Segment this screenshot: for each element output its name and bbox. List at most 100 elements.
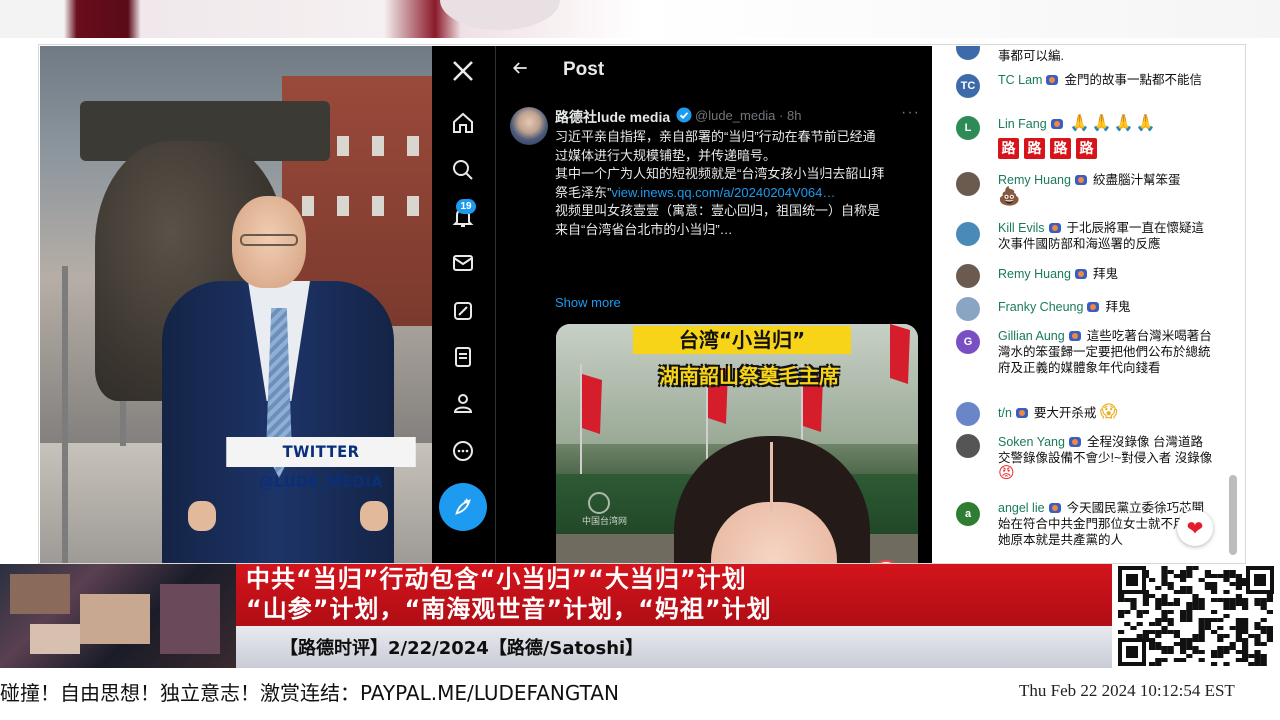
author-avatar[interactable] <box>510 107 548 145</box>
tweet-line: 习近平亲自指挥，亲自部署的“当归”行动在春节前已经通 <box>555 129 876 144</box>
video-caption-title: 台湾“小当归” <box>633 326 851 354</box>
chat-author[interactable]: t/n <box>998 406 1012 420</box>
chat-author[interactable]: TC Lam <box>998 73 1042 87</box>
girl-hair-part <box>770 442 773 512</box>
chat-message: Kill Evils 于北辰將軍一直在懷疑這次事件國防部和海巡署的反應 <box>933 220 1229 260</box>
tweet-line: 过媒体进行大规模铺垫，并传递暗号。 <box>555 147 777 163</box>
home-icon[interactable] <box>448 108 478 138</box>
member-badge-icon <box>1074 269 1087 279</box>
chat-text: Gillian Aung 這些吃著台灣米喝著台灣水的笨蛋歸一定要把他們公布於總統府… <box>998 328 1213 376</box>
chat-message: TC TC Lam 金門的故事一點都不能信 <box>933 72 1229 112</box>
chat-avatar <box>956 264 980 288</box>
chat-text: Remy Huang 絞盡腦汁幫笨蛋 💩 <box>998 172 1213 206</box>
member-badge-icon <box>1048 503 1061 513</box>
ticker-text: 碰撞！自由思想！独立意志！激赏连结：PAYPAL.ME/LUDEFANGTAN <box>0 681 619 705</box>
compose-post-button[interactable] <box>439 483 487 531</box>
x-post-panel: Post 路德社lude media @lude_media · 8h ··· … <box>432 46 932 563</box>
thumb-block <box>10 574 70 614</box>
chat-message: Soken Yang 全程沒錄像 台灣道路 交警錄像設備不會少!~對侵入者 沒錄像… <box>933 434 1229 492</box>
more-circle-icon[interactable] <box>448 436 478 466</box>
chat-author[interactable]: Lin Fang <box>998 117 1047 131</box>
chat-text: t/n 要大开杀戒 😱 <box>998 403 1213 421</box>
thumb-block <box>160 584 220 654</box>
chat-author[interactable]: Remy Huang <box>998 173 1071 187</box>
chat-author[interactable]: Remy Huang <box>998 267 1071 281</box>
back-arrow-icon[interactable] <box>510 58 534 82</box>
pray-emoji-icon: 🙏 <box>1091 115 1112 132</box>
chat-author[interactable]: Franky Cheung <box>998 300 1083 314</box>
tweet-link[interactable]: view.inews.qq.com/a/20240204V064… <box>611 185 835 200</box>
chat-message: Remy Huang 絞盡腦汁幫笨蛋 💩 <box>933 170 1229 214</box>
chat-avatar <box>956 402 980 426</box>
channel-logo-icon: TT <box>871 560 901 563</box>
heart-reaction-button[interactable]: ❤ <box>1177 510 1213 546</box>
chat-message: 事都可以編. <box>933 46 1229 70</box>
qr-code <box>1114 564 1278 668</box>
post-header: Post <box>496 46 932 94</box>
messages-icon[interactable] <box>448 248 478 278</box>
road-emoji: 路 <box>1076 138 1097 159</box>
chat-avatar <box>956 46 980 60</box>
watermark-logo-icon <box>588 492 610 514</box>
chat-message: G Gillian Aung 這些吃著台灣米喝著台灣水的笨蛋歸一定要把他們公布於總… <box>933 328 1229 398</box>
tweet-line: 视频里叫女孩壹壹（寓意：壹心回归，祖国统一）自称是 <box>555 203 881 218</box>
barrier-post <box>62 266 68 563</box>
chat-avatar: G <box>956 330 980 354</box>
clock: Thu Feb 22 2024 10:12:54 EST <box>1019 681 1235 700</box>
chat-author[interactable]: Kill Evils <box>998 221 1045 235</box>
chat-scrollbar[interactable] <box>1229 475 1237 555</box>
chat-avatar: L <box>956 116 980 140</box>
lists-icon[interactable] <box>448 342 478 372</box>
follow-badge[interactable]: TT 关注 <box>871 560 901 563</box>
pray-emoji-icon: 🙏 <box>1069 115 1090 132</box>
chat-text: Soken Yang 全程沒錄像 台灣道路 交警錄像設備不會少!~對侵入者 沒錄像… <box>998 434 1213 482</box>
member-badge-icon <box>1068 331 1081 341</box>
twitter-handle-badge: TWITTER @LUDE_MEDIA <box>226 437 416 491</box>
author-name[interactable]: 路德社lude media <box>555 107 670 127</box>
thumb-block <box>80 594 150 644</box>
headline-line-2: “山参”计划，“南海观世音”计划，“妈祖”计划 <box>246 595 772 623</box>
chat-emoji-row: 路路路路 <box>998 138 1213 159</box>
tweet-more-icon[interactable]: ··· <box>901 104 920 122</box>
presenter-glasses <box>240 234 298 246</box>
road-emoji: 路 <box>998 138 1019 159</box>
chat-body: 拜鬼 <box>1105 300 1131 314</box>
tweet: 路德社lude media @lude_media · 8h ··· 习近平亲自… <box>496 102 932 563</box>
chat-message: L Lin Fang 🙏 🙏 🙏 🙏 路路路路 <box>933 114 1229 168</box>
show-more-link[interactable]: Show more <box>555 295 621 310</box>
search-icon[interactable] <box>448 155 478 185</box>
pray-emoji-icon: 🙏 <box>1113 115 1134 132</box>
poop-emoji-icon: 💩 <box>998 186 1021 206</box>
grok-icon[interactable] <box>448 296 478 326</box>
tweet-line-text: 祭毛泽东” <box>555 184 612 200</box>
program-subtitle: 【路德时评】2/22/2024【路德/Satoshi】 <box>280 638 644 659</box>
chat-text: Franky Cheung 拜鬼 <box>998 299 1213 315</box>
chat-text: Kill Evils 于北辰將軍一直在懷疑這次事件國防部和海巡署的反應 <box>998 220 1213 252</box>
member-badge-icon <box>1048 223 1061 233</box>
chat-body: 金門的故事一點都不能信 <box>1064 73 1202 87</box>
qr-code-graphic <box>1118 566 1274 666</box>
chat-text: 事都可以編. <box>998 48 1213 64</box>
presenter-hand <box>188 501 216 531</box>
chat-avatar <box>956 434 980 458</box>
video-watermark: 中国台湾网 <box>582 516 628 526</box>
chat-message: Remy Huang 拜鬼 <box>933 264 1229 294</box>
pray-emoji-icon: 🙏 <box>1135 115 1156 132</box>
chat-author[interactable]: Soken Yang <box>998 435 1065 449</box>
member-badge-icon <box>1050 119 1063 129</box>
chat-message: Franky Cheung 拜鬼 <box>933 297 1229 327</box>
member-badge-icon <box>1074 175 1087 185</box>
road-emoji: 路 <box>1050 138 1071 159</box>
chat-author[interactable]: angel lie <box>998 501 1045 515</box>
road-emoji: 路 <box>1024 138 1045 159</box>
chat-author[interactable]: Gillian Aung <box>998 329 1065 343</box>
profile-icon[interactable] <box>448 388 478 418</box>
chat-text: TC Lam 金門的故事一點都不能信 <box>998 72 1213 88</box>
author-handle[interactable]: @lude_media · 8h <box>695 108 801 123</box>
live-chat: 事都可以編. TC TC Lam 金門的故事一點都不能信 L Lin Fang 🙏 🙏… <box>933 46 1245 563</box>
chat-message: t/n 要大开杀戒 😱 <box>933 402 1229 430</box>
tweet-video[interactable]: 台湾“小当归” 湖南韶山祭奠毛主席 中国台湾网 TT 关注 <box>556 324 918 563</box>
x-logo-icon[interactable] <box>448 56 478 86</box>
tweet-line: 其中一个广为人知的短视频就是“台湾女孩小当归去韶山拜 <box>555 166 885 181</box>
presenter-hand <box>360 501 388 531</box>
